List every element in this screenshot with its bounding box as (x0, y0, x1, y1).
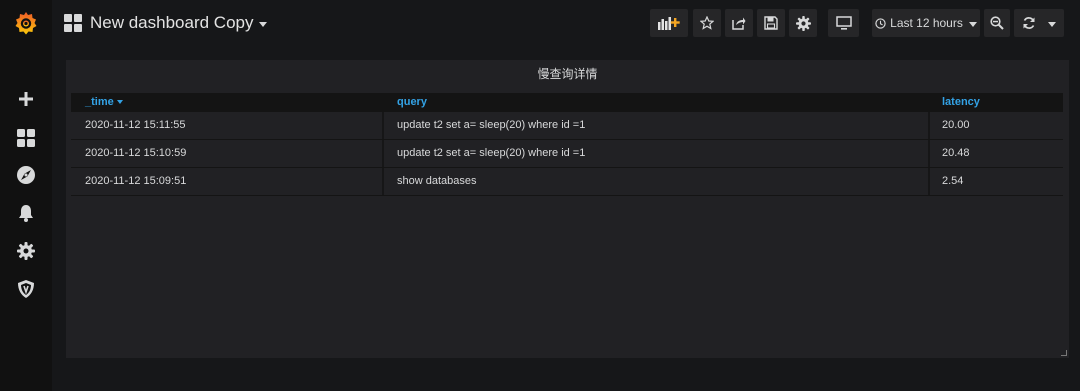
panel-title[interactable]: 慢查询详情 (66, 65, 1069, 82)
cell-query: update t2 set a= sleep(20) where id =1 (397, 147, 586, 159)
column-divider (382, 112, 384, 139)
column-header-time[interactable]: _time (85, 96, 123, 108)
cell-latency: 20.48 (942, 147, 970, 159)
alerting-icon[interactable] (0, 194, 52, 232)
clock-icon (875, 17, 886, 29)
table-row: 2020-11-12 15:10:59 update t2 set a= sle… (71, 140, 1063, 168)
configuration-icon[interactable] (0, 232, 52, 270)
cell-time: 2020-11-12 15:11:55 (85, 119, 186, 131)
time-picker-button[interactable]: Last 12 hours (872, 9, 980, 37)
cell-query: show databases (397, 175, 477, 187)
plus-icon[interactable] (0, 80, 52, 118)
cell-time: 2020-11-12 15:10:59 (85, 147, 187, 159)
save-icon (764, 16, 778, 30)
table-panel: 慢查询详情 _time query latency 2020-11-12 15:… (66, 60, 1069, 358)
tv-mode-button[interactable] (828, 9, 859, 37)
add-panel-icon (658, 17, 680, 30)
chevron-down-icon (1048, 21, 1056, 27)
sort-desc-icon (116, 100, 123, 105)
cell-latency: 2.54 (942, 175, 964, 187)
share-icon (732, 17, 746, 30)
refresh-icon (1023, 17, 1035, 29)
column-header-query[interactable]: query (397, 96, 427, 108)
column-divider (382, 168, 384, 195)
star-button[interactable] (693, 9, 721, 37)
time-range-label: Last 12 hours (890, 16, 963, 30)
shield-icon[interactable] (0, 270, 52, 308)
cell-time: 2020-11-12 15:09:51 (85, 175, 187, 187)
column-divider (382, 140, 384, 167)
column-divider (928, 168, 930, 195)
side-menu (0, 0, 52, 391)
settings-button[interactable] (789, 9, 817, 37)
dashboard-title-button[interactable]: New dashboard Copy (64, 12, 268, 34)
cell-latency: 20.00 (942, 119, 970, 131)
zoom-out-button[interactable] (984, 9, 1010, 37)
page-title: New dashboard Copy (90, 13, 254, 32)
dashboard-grid-icon (64, 14, 82, 32)
column-divider (928, 112, 930, 139)
share-button[interactable] (725, 9, 753, 37)
tv-icon (835, 16, 852, 30)
column-header-latency[interactable]: latency (942, 96, 980, 108)
chevron-down-icon (968, 21, 977, 27)
table-header: _time query latency (71, 93, 1063, 112)
panel-resize-handle[interactable] (1061, 350, 1067, 356)
navbar: New dashboard Copy Last 12 hours (52, 0, 1080, 46)
data-table: _time query latency 2020-11-12 15:11:55 … (71, 93, 1063, 196)
table-row: 2020-11-12 15:09:51 show databases 2.54 (71, 168, 1063, 196)
grafana-logo-icon[interactable] (0, 3, 52, 43)
column-divider (928, 140, 930, 167)
save-button[interactable] (757, 9, 785, 37)
table-row: 2020-11-12 15:11:55 update t2 set a= sle… (71, 112, 1063, 140)
refresh-button[interactable] (1014, 9, 1064, 37)
add-panel-button[interactable] (650, 9, 688, 37)
explore-icon[interactable] (0, 156, 52, 194)
dashboards-icon[interactable] (0, 119, 52, 157)
chevron-down-icon (259, 21, 268, 27)
star-icon (700, 16, 714, 30)
cell-query: update t2 set a= sleep(20) where id =1 (397, 119, 586, 131)
settings-icon (795, 15, 811, 31)
zoom-out-icon (990, 16, 1004, 30)
